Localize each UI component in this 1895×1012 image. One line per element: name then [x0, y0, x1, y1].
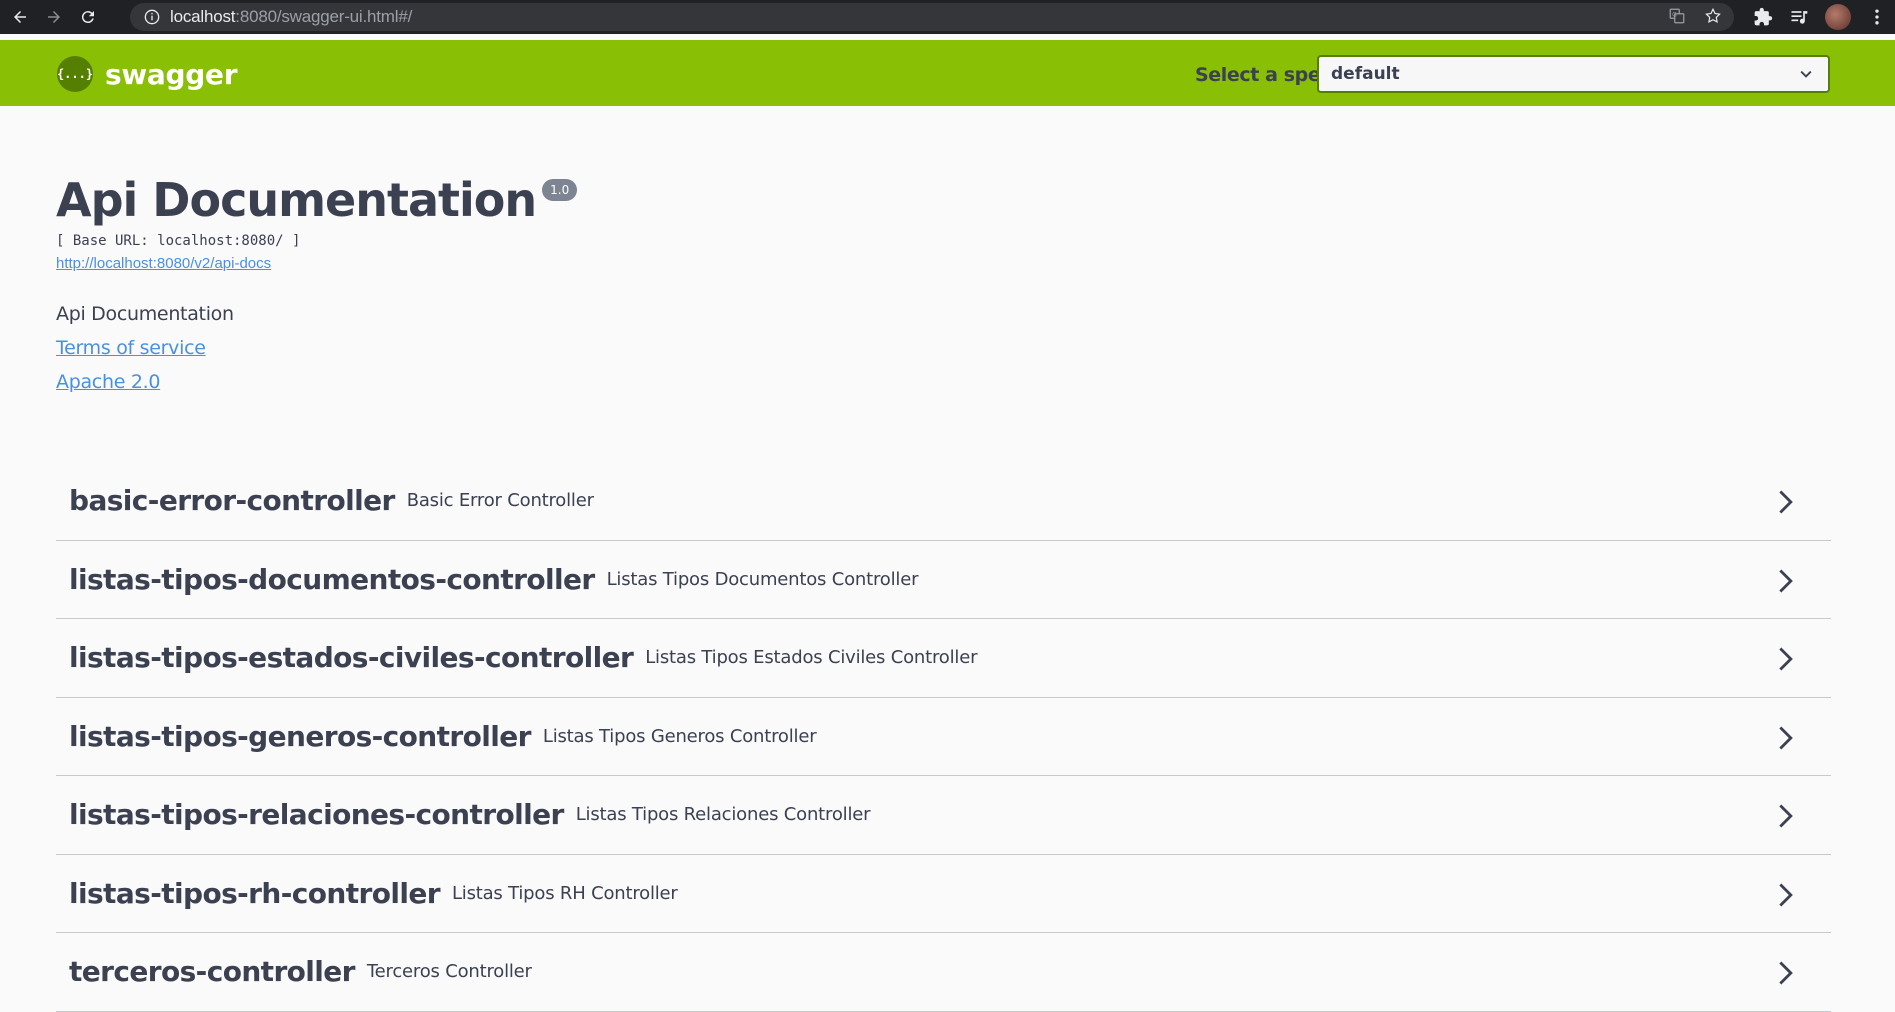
- controller-name: listas-tipos-generos-controller: [69, 719, 531, 753]
- spec-select[interactable]: default: [1317, 55, 1830, 93]
- controller-description: Listas Tipos Estados Civiles Controller: [645, 647, 978, 669]
- controller-name: terceros-controller: [69, 955, 356, 989]
- controller-name: basic-error-controller: [69, 484, 395, 518]
- api-info: Api Documentation 1.0 [ Base URL: localh…: [56, 170, 1836, 393]
- chevron-right-icon[interactable]: [1773, 645, 1797, 673]
- controller-description: Listas Tipos RH Controller: [451, 882, 678, 904]
- address-bar[interactable]: localhost:8080/swagger-ui.html#/ G: [130, 3, 1734, 31]
- media-queue-icon[interactable]: [1789, 7, 1809, 27]
- swagger-topbar: {...} swagger Select a spec default: [0, 40, 1895, 106]
- controller-description: Listas Tipos Relaciones Controller: [575, 804, 871, 826]
- controller-description: Basic Error Controller: [406, 490, 594, 512]
- forward-button[interactable]: [40, 3, 68, 31]
- chevron-right-icon[interactable]: [1773, 724, 1797, 752]
- controller-description: Listas Tipos Documentos Controller: [606, 568, 919, 590]
- page-title: Api Documentation: [56, 173, 537, 227]
- controller-name: listas-tipos-documentos-controller: [69, 562, 595, 596]
- url-text: localhost:8080/swagger-ui.html#/: [170, 7, 412, 27]
- controller-name: listas-tipos-estados-civiles-controller: [69, 641, 634, 675]
- base-url: [ Base URL: localhost:8080/ ]: [56, 233, 301, 249]
- controller-row-listas-tipos-rh[interactable]: listas-tipos-rh-controller Listas Tipos …: [56, 855, 1831, 933]
- url-path: :8080/swagger-ui.html#/: [235, 7, 413, 26]
- controller-name: listas-tipos-rh-controller: [69, 876, 441, 910]
- license-link[interactable]: Apache 2.0: [56, 371, 1836, 393]
- translate-icon[interactable]: G: [1668, 7, 1686, 25]
- chevron-right-icon[interactable]: [1773, 959, 1797, 987]
- info-icon: [144, 9, 160, 25]
- bookmark-star-icon[interactable]: [1704, 7, 1722, 25]
- api-docs-link[interactable]: http://localhost:8080/v2/api-docs: [56, 255, 271, 272]
- chevron-right-icon[interactable]: [1773, 488, 1797, 516]
- controller-description: Terceros Controller: [366, 961, 532, 983]
- controller-row-listas-tipos-relaciones[interactable]: listas-tipos-relaciones-controller Lista…: [56, 776, 1831, 855]
- forward-arrow-icon: [48, 11, 60, 23]
- reload-icon: [81, 11, 94, 24]
- controller-row-listas-tipos-documentos[interactable]: listas-tipos-documentos-controller Lista…: [56, 541, 1831, 619]
- controller-row-basic-error[interactable]: basic-error-controller Basic Error Contr…: [56, 462, 1831, 541]
- swagger-logo[interactable]: {...} swagger: [57, 56, 238, 92]
- chevron-right-icon[interactable]: [1773, 802, 1797, 830]
- terms-of-service-link[interactable]: Terms of service: [56, 337, 1836, 359]
- controller-row-listas-tipos-estados-civiles[interactable]: listas-tipos-estados-civiles-controller …: [56, 619, 1831, 698]
- kebab-menu-icon[interactable]: [1867, 7, 1887, 27]
- spec-select-label: Select a spec: [1195, 64, 1332, 86]
- chevron-right-icon[interactable]: [1773, 881, 1797, 909]
- back-button[interactable]: [6, 3, 34, 31]
- url-host: localhost: [170, 7, 236, 26]
- chevron-down-icon: [1800, 70, 1812, 78]
- svg-text:G: G: [1672, 11, 1677, 18]
- extensions-puzzle-icon[interactable]: [1753, 7, 1773, 27]
- controller-row-listas-tipos-generos[interactable]: listas-tipos-generos-controller Listas T…: [56, 698, 1831, 776]
- reload-button[interactable]: [74, 3, 102, 31]
- controller-description: Listas Tipos Generos Controller: [542, 725, 817, 747]
- controller-name: listas-tipos-relaciones-controller: [69, 798, 564, 832]
- back-arrow-icon: [14, 11, 26, 23]
- chevron-right-icon[interactable]: [1773, 567, 1797, 595]
- browser-toolbar: localhost:8080/swagger-ui.html#/ G: [0, 0, 1895, 34]
- swagger-logo-text: swagger: [105, 57, 238, 91]
- swagger-logo-icon: {...}: [57, 56, 93, 92]
- profile-avatar[interactable]: [1825, 4, 1851, 30]
- api-description: Api Documentation: [56, 303, 234, 325]
- controller-list: basic-error-controller Basic Error Contr…: [56, 462, 1831, 1012]
- version-badge: 1.0: [542, 179, 578, 201]
- spec-select-value: default: [1331, 64, 1400, 84]
- controller-row-terceros[interactable]: terceros-controller Terceros Controller: [56, 933, 1831, 1012]
